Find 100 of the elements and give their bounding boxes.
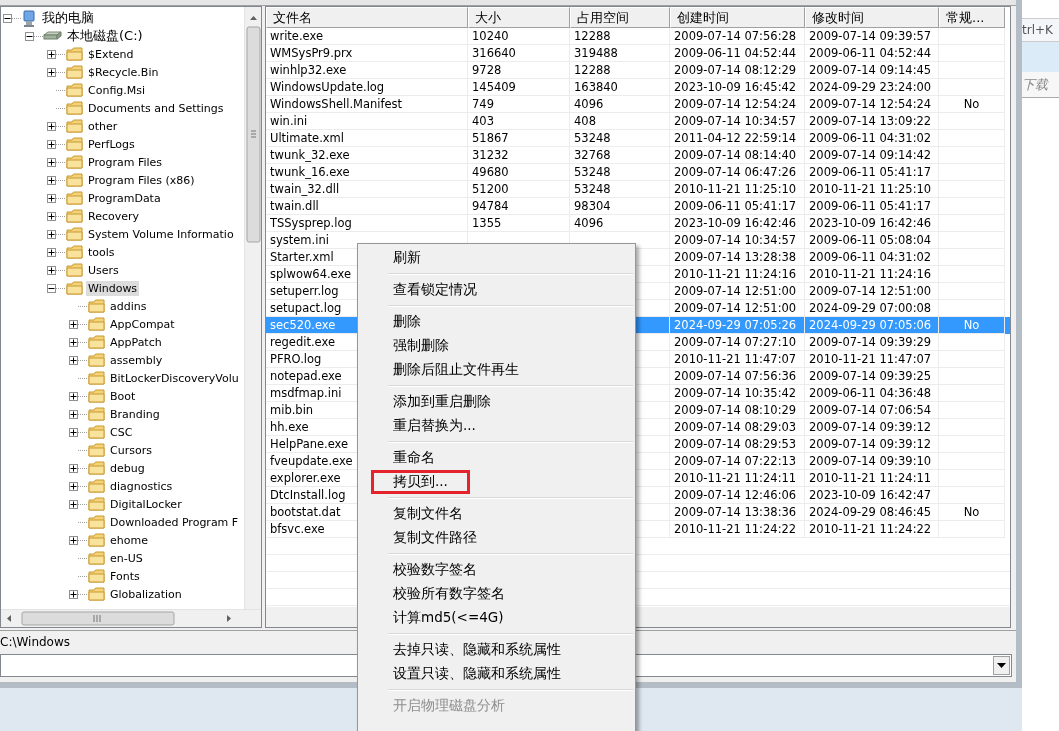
table-cell: No	[963, 318, 980, 332]
table-cell: write.exe	[270, 29, 323, 43]
table-cell: 2023-10-09 16:42:47	[809, 488, 932, 502]
table-cell: 408	[574, 114, 596, 128]
table-cell: 2009-07-14 07:56:36	[674, 369, 797, 383]
table-cell: explorer.exe	[270, 471, 341, 485]
table-cell: 2009-07-14 10:34:57	[674, 114, 797, 128]
table-cell: 2009-07-14 08:29:53	[674, 437, 797, 451]
table-cell: 2009-06-11 04:36:48	[809, 386, 932, 400]
table-cell: notepad.exe	[270, 369, 342, 383]
table-cell: system.ini	[270, 233, 329, 247]
shortcut-text: trl+K	[1022, 18, 1059, 42]
table-cell: 2009-07-14 12:51:00	[674, 284, 797, 298]
table-cell: 2009-06-11 05:08:04	[809, 233, 932, 247]
table-cell: 2009-06-11 05:41:17	[809, 199, 932, 213]
table-cell: WindowsUpdate.log	[270, 80, 385, 94]
table-cell: win.ini	[270, 114, 308, 128]
table-cell: PFRO.log	[270, 352, 322, 366]
table-cell: 2009-07-14 09:14:42	[809, 148, 932, 162]
table-cell: 145409	[472, 80, 516, 94]
table-cell: 163840	[574, 80, 618, 94]
table-cell: 2009-07-14 08:12:29	[674, 63, 797, 77]
table-cell: DtcInstall.log	[270, 488, 346, 502]
table-cell: HelpPane.exe	[270, 437, 349, 451]
table-cell: 403	[472, 114, 494, 128]
table-cell: 51200	[472, 182, 509, 196]
table-cell: 12288	[574, 63, 611, 77]
table-cell: WindowsShell.Manifest	[270, 97, 403, 111]
table-cell: twunk_32.exe	[270, 148, 350, 162]
table-cell: sec520.exe	[270, 318, 336, 332]
table-cell: 2009-07-14 06:47:26	[674, 165, 797, 179]
table-cell: 2009-07-14 07:56:28	[674, 29, 797, 43]
table-cell: 53248	[574, 182, 611, 196]
table-cell: 2010-11-21 11:47:07	[809, 352, 932, 366]
table-cell: 2010-11-21 11:24:16	[674, 267, 797, 281]
table-cell: 2009-07-14 10:35:42	[674, 386, 797, 400]
table-cell: 51867	[472, 131, 509, 145]
table-cell: 4096	[574, 97, 604, 111]
table-cell: 2009-07-14 08:29:03	[674, 420, 797, 434]
table-cell: 2009-07-14 08:10:29	[674, 403, 797, 417]
table-cell: Ultimate.xml	[270, 131, 344, 145]
table-cell: WMSysPr9.prx	[270, 46, 353, 60]
table-cell: 2009-07-14 09:39:12	[809, 437, 932, 451]
table-cell: 2010-11-21 11:25:10	[674, 182, 797, 196]
table-cell: 2009-07-14 13:09:22	[809, 114, 932, 128]
table-cell: 2009-07-14 10:34:57	[674, 233, 797, 247]
table-cell: 49680	[472, 165, 509, 179]
table-cell: Starter.xml	[270, 250, 334, 264]
table-cell: 2011-04-12 22:59:14	[674, 131, 797, 145]
table-cell: 53248	[574, 165, 611, 179]
table-cell: twunk_16.exe	[270, 165, 350, 179]
table-cell: 2023-10-09 16:45:42	[674, 80, 797, 94]
table-cell: 2024-09-29 07:00:08	[809, 301, 932, 315]
table-cell: 2010-11-21 11:24:22	[674, 522, 797, 536]
table-cell: 94784	[472, 199, 509, 213]
table-cell: 31232	[472, 148, 509, 162]
table-cell: 2009-06-11 05:41:17	[674, 199, 797, 213]
table-cell: 2009-07-14 12:46:06	[674, 488, 797, 502]
table-cell: 2023-10-09 16:42:46	[674, 216, 797, 230]
table-cell: 2009-07-14 13:28:38	[674, 250, 797, 264]
table-cell: 316640	[472, 46, 516, 60]
table-cell: 2024-09-29 08:46:45	[809, 505, 932, 519]
path-text: C:\Windows	[0, 635, 71, 649]
table-cell: 2010-11-21 11:24:11	[674, 471, 797, 485]
table-cell: 2010-11-21 11:25:10	[809, 182, 932, 196]
table-cell: 2009-06-11 04:52:44	[674, 46, 797, 60]
table-cell: bfsvc.exe	[270, 522, 325, 536]
table-cell: 2009-07-14 09:39:57	[809, 29, 932, 43]
table-cell: 2009-07-14 09:39:29	[809, 335, 932, 349]
table-cell: No	[963, 505, 980, 519]
table-cell: 2009-07-14 12:51:00	[674, 301, 797, 315]
table-cell: mib.bin	[270, 403, 314, 417]
table-cell: 749	[472, 97, 494, 111]
table-cell: fveupdate.exe	[270, 454, 353, 468]
table-cell: 2009-07-14 08:14:40	[674, 148, 797, 162]
table-cell: 2009-07-14 09:39:12	[809, 420, 932, 434]
table-cell: 2009-07-14 09:14:45	[809, 63, 932, 77]
table-cell: 2009-07-14 07:27:10	[674, 335, 797, 349]
table-cell: 2023-10-09 16:42:46	[809, 216, 932, 230]
table-cell: 2009-07-14 12:54:24	[674, 97, 797, 111]
table-cell: 2009-06-11 04:52:44	[809, 46, 932, 60]
table-cell: 319488	[574, 46, 618, 60]
table-cell: 2024-09-29 07:05:26	[674, 318, 797, 332]
table-cell: 2024-09-29 07:05:06	[809, 318, 932, 332]
table-cell: msdfmap.ini	[270, 386, 342, 400]
table-cell: 2009-07-14 09:39:10	[809, 454, 932, 468]
table-cell: 2009-07-14 07:06:54	[809, 403, 932, 417]
table-cell: 2009-06-11 04:31:02	[809, 131, 932, 145]
table-cell: 2009-07-14 12:54:24	[809, 97, 932, 111]
table-cell: setupact.log	[270, 301, 342, 315]
table-cell: 32768	[574, 148, 611, 162]
table-cell: 98304	[574, 199, 611, 213]
table-cell: splwow64.exe	[270, 267, 352, 281]
table-cell: 53248	[574, 131, 611, 145]
table-cell: bootstat.dat	[270, 505, 341, 519]
table-cell: 1355	[472, 216, 502, 230]
table-cell: 2009-07-14 12:51:00	[809, 284, 932, 298]
table-cell: winhlp32.exe	[270, 63, 347, 77]
table-cell: 2009-07-14 09:39:25	[809, 369, 932, 383]
table-cell: 2009-06-11 04:31:02	[809, 250, 932, 264]
